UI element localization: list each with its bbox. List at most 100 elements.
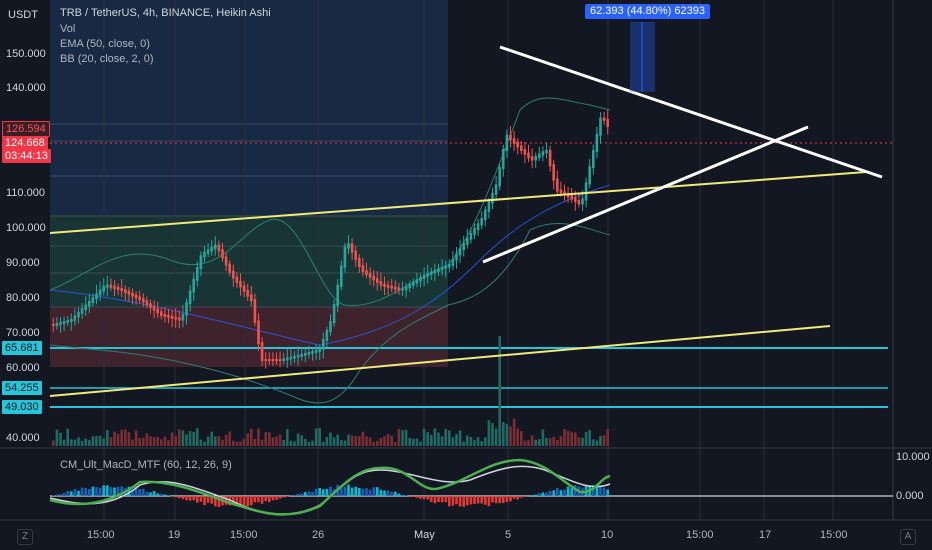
auto-scale-button[interactable]: A [900, 529, 916, 545]
macd-histogram-bar [282, 496, 285, 498]
macd-histogram-bar [145, 491, 149, 496]
legend-macd[interactable]: CM_Ult_MacD_MTF (60, 12, 26, 9) [60, 459, 232, 472]
macd-histogram-bar [494, 496, 498, 504]
volume-bar [106, 429, 109, 446]
level-badge: 54.255 [2, 381, 42, 395]
candle-body [426, 273, 429, 277]
legend-ema[interactable]: EMA (50, close, 0) [60, 38, 150, 51]
candle-body [206, 249, 210, 254]
candle-body [185, 302, 188, 316]
candle-body [192, 278, 195, 293]
macd-histogram-bar [505, 496, 509, 502]
volume-bar [156, 436, 159, 446]
volume-bar [530, 435, 534, 446]
candle-body [142, 298, 145, 303]
candle-body [372, 275, 375, 281]
candle-body [228, 263, 231, 273]
symbol-title[interactable]: TRB / TetherUS, 4h, BINANCE, Heikin Ashi [60, 7, 271, 20]
candle-body [530, 156, 534, 161]
macd-histogram-bar [602, 487, 606, 496]
volume-bar [394, 441, 397, 446]
volume-bar [397, 428, 401, 446]
range-zone-red [50, 307, 448, 367]
macd-histogram-bar [376, 487, 379, 496]
macd-histogram-bar [174, 496, 177, 498]
macd-histogram-bar [386, 490, 390, 496]
volume-bar [70, 439, 73, 446]
volume-bar [498, 336, 501, 446]
volume-bar [440, 436, 444, 446]
volume-bar [444, 428, 447, 446]
macd-histogram-bar [268, 496, 271, 503]
legend-bb[interactable]: BB (20, close, 2, 0) [60, 53, 154, 66]
volume-bar [419, 441, 422, 446]
volume-bar [322, 441, 325, 446]
volume-bar [491, 423, 494, 446]
volume-bar [196, 428, 199, 446]
macd-histogram-bar [80, 487, 84, 496]
candle-body [250, 294, 253, 301]
volume-bar [516, 428, 519, 446]
macd-histogram-bar [480, 496, 483, 504]
volume-bar [527, 440, 530, 446]
volume-bar [476, 437, 480, 446]
currency-label[interactable]: USDT [8, 9, 38, 22]
volume-bar [376, 440, 379, 446]
candle-body [70, 319, 73, 322]
volume-bar [458, 430, 462, 446]
candle-body [224, 256, 228, 266]
volume-bar [102, 438, 105, 446]
macd-histogram-bar [412, 496, 415, 498]
candle-body [296, 354, 300, 358]
candle-body [156, 308, 159, 314]
macd-histogram-bar [77, 490, 80, 496]
volume-bar [466, 435, 469, 446]
volume-bar [469, 436, 473, 446]
macd-histogram-bar [343, 486, 347, 496]
macd-histogram-bar [156, 493, 159, 496]
time-tick: 5 [505, 529, 512, 541]
macd-histogram-bar [451, 496, 455, 506]
candle-body [174, 316, 177, 320]
macd-histogram-bar [484, 496, 487, 505]
macd-histogram-bar [196, 496, 199, 503]
volume-bar [66, 428, 69, 446]
candle-body [84, 304, 87, 311]
macd-histogram-bar [102, 485, 105, 496]
candle-body [415, 279, 419, 284]
candle-body [523, 149, 527, 155]
volume-bar [325, 436, 329, 446]
macd-histogram-bar [440, 496, 444, 503]
volume-bar [556, 439, 559, 446]
candle-body [278, 359, 282, 361]
macd-histogram-bar [476, 496, 480, 504]
macd-histogram-bar [152, 491, 156, 496]
legend-vol[interactable]: Vol [60, 23, 75, 36]
volume-bar [383, 436, 386, 446]
volume-bar [365, 436, 368, 446]
candle-body [203, 251, 206, 258]
volume-bar [246, 433, 249, 446]
candle-body [358, 257, 361, 267]
volume-bar [386, 433, 390, 446]
volume-bar [84, 438, 87, 446]
candle-body [534, 156, 537, 161]
candle-body [232, 270, 235, 279]
volume-bar [73, 439, 77, 446]
candle-body [520, 145, 523, 151]
timezone-z-button[interactable]: Z [17, 529, 33, 545]
volume-bar [512, 418, 516, 446]
macd-histogram-bar [264, 496, 267, 502]
macd-histogram-bar [606, 489, 609, 496]
volume-bar [55, 429, 59, 446]
candle-body [271, 359, 275, 361]
candle-body [221, 249, 224, 259]
candle-body [408, 283, 411, 288]
macd-histogram-bar [278, 496, 282, 499]
macd-histogram-bar [203, 496, 206, 506]
macd-histogram-bar [318, 488, 321, 496]
volume-bar [217, 436, 221, 446]
macd-histogram-bar [419, 496, 422, 499]
volume-bar [307, 441, 311, 446]
candle-body [494, 184, 498, 195]
